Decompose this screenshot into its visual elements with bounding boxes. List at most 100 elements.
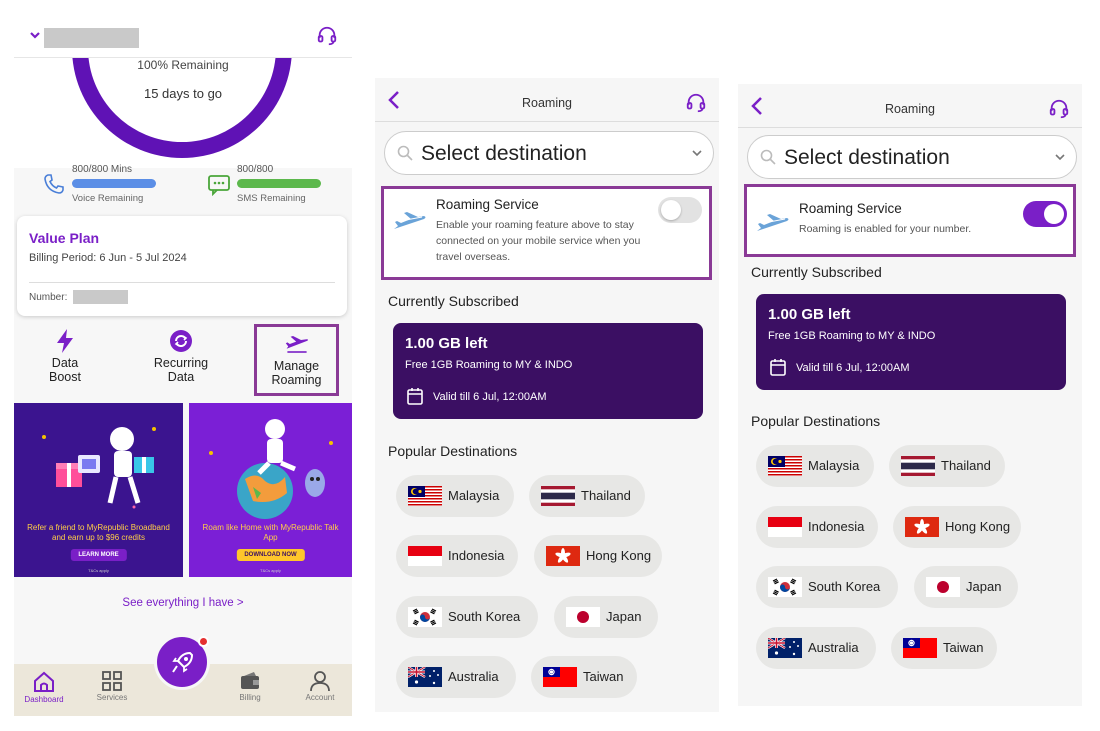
home-icon xyxy=(34,671,54,692)
see-everything-link[interactable]: See everything I have > xyxy=(14,597,352,609)
usage-ring-arc xyxy=(72,58,292,158)
search-icon xyxy=(397,145,413,161)
roaming-service-box: Roaming Service Roaming is enabled for y… xyxy=(744,184,1076,257)
roaming-service-box: Roaming Service Enable your roaming feat… xyxy=(381,186,712,280)
validity-text: Valid till 6 Jul, 12:00AM xyxy=(796,362,910,374)
recurring-icon xyxy=(170,330,192,352)
destination-select[interactable]: Select destination xyxy=(384,131,714,175)
plan-title: Value Plan xyxy=(29,230,100,246)
rocket-icon xyxy=(172,651,194,673)
account-name-redacted xyxy=(44,28,139,48)
calendar-icon xyxy=(407,388,423,405)
destination-chip[interactable]: Japan xyxy=(914,566,1018,608)
data-usage-ring: 100% Remaining 15 days to go xyxy=(14,58,352,168)
destination-chip-label: Indonesia xyxy=(808,519,865,534)
destination-chip[interactable]: South Korea xyxy=(396,596,538,638)
phone-number-redacted xyxy=(73,290,128,304)
south-korea-flag-icon xyxy=(768,577,802,597)
dashboard-screen: 100% Remaining 15 days to go 800/800 Min… xyxy=(14,14,352,716)
nav-billing-label: Billing xyxy=(239,693,261,702)
destination-chip[interactable]: Taiwan xyxy=(891,627,997,669)
roam-like-home-text: Roam like Home with MyRepublic Talk App xyxy=(202,523,339,542)
destination-chip-label: Hong Kong xyxy=(945,519,1011,534)
roaming-header: Roaming xyxy=(738,84,1082,128)
billing-period: Billing Period: 6 Jun - 5 Jul 2024 xyxy=(29,252,187,264)
refer-friend-text: Refer a friend to MyRepublic Broadband a… xyxy=(27,523,170,542)
wallet-icon xyxy=(241,672,259,689)
destination-chip[interactable]: Australia xyxy=(756,627,876,669)
voice-usage-label: Voice Remaining xyxy=(72,193,144,204)
australia-flag-icon xyxy=(407,666,442,687)
destination-chip[interactable]: Hong Kong xyxy=(893,506,1021,548)
roaming-title: Roaming xyxy=(884,102,936,116)
headset-support-icon[interactable] xyxy=(1048,98,1070,120)
data-boost-button[interactable]: Data Boost xyxy=(22,324,108,396)
ring-remaining-text: 100% Remaining xyxy=(137,58,229,72)
destination-chip[interactable]: Hong Kong xyxy=(534,535,662,577)
refer-tcs-text: T&Cs apply xyxy=(88,568,109,573)
person-icon xyxy=(310,671,330,692)
destination-select[interactable]: Select destination xyxy=(747,135,1077,179)
destination-chip[interactable]: Thailand xyxy=(889,445,1005,487)
plan-card[interactable]: Value Plan Billing Period: 6 Jun - 5 Jul… xyxy=(17,216,347,316)
subscription-description: Free 1GB Roaming to MY & INDO xyxy=(405,359,573,371)
destination-chip[interactable]: Thailand xyxy=(529,475,645,517)
recurring-data-button[interactable]: Recurring Data xyxy=(138,324,224,396)
headset-support-icon[interactable] xyxy=(685,92,707,114)
destination-chip-label: Australia xyxy=(808,640,859,655)
destination-chip-label: Malaysia xyxy=(448,488,500,503)
subscription-card[interactable]: 1.00 GB left Free 1GB Roaming to MY & IN… xyxy=(393,323,703,419)
manage-roaming-label: Manage Roaming xyxy=(271,359,322,387)
refer-friend-banner[interactable]: Refer a friend to MyRepublic Broadband a… xyxy=(14,403,183,577)
destination-chip-label: Thailand xyxy=(581,488,631,503)
nav-billing[interactable]: Billing xyxy=(220,670,280,702)
destination-chip[interactable]: Japan xyxy=(554,596,658,638)
nav-services[interactable]: Services xyxy=(82,670,142,702)
manage-roaming-button[interactable]: Manage Roaming xyxy=(254,324,339,396)
toggle-knob xyxy=(1044,204,1064,224)
currently-subscribed-heading: Currently Subscribed xyxy=(388,293,519,309)
grid-icon xyxy=(102,671,122,691)
download-now-button[interactable]: DOWNLOAD NOW xyxy=(236,549,305,561)
indonesia-flag-icon xyxy=(408,546,442,566)
destination-chip[interactable]: Malaysia xyxy=(396,475,514,517)
roaming-toggle[interactable] xyxy=(1023,201,1067,227)
phone-icon xyxy=(44,174,64,194)
learn-more-button[interactable]: LEARN MORE xyxy=(70,549,127,561)
destination-chip[interactable]: Indonesia xyxy=(396,535,518,577)
ring-days-text: 15 days to go xyxy=(143,86,223,101)
destination-chip[interactable]: Malaysia xyxy=(756,445,874,487)
airplane-icon xyxy=(285,336,308,353)
destination-chip-label: South Korea xyxy=(448,609,521,624)
destination-chip[interactable]: South Korea xyxy=(756,566,898,608)
sms-icon xyxy=(208,175,230,196)
data-left-text: 1.00 GB left xyxy=(405,335,488,352)
chevron-down-icon[interactable] xyxy=(28,28,42,42)
destination-chip[interactable]: Indonesia xyxy=(756,506,878,548)
subscription-card[interactable]: 1.00 GB left Free 1GB Roaming to MY & IN… xyxy=(756,294,1066,390)
nav-dashboard[interactable]: Dashboard xyxy=(14,670,74,704)
destination-placeholder: Select destination xyxy=(784,146,950,169)
destination-chip-label: Indonesia xyxy=(448,548,505,563)
roaming-service-title: Roaming Service xyxy=(436,197,539,212)
destination-chip[interactable]: Taiwan xyxy=(531,656,637,698)
indonesia-flag-icon xyxy=(768,517,802,537)
nav-account[interactable]: Account xyxy=(290,670,350,702)
popular-destinations-heading: Popular Destinations xyxy=(751,413,881,429)
airplane-icon xyxy=(757,214,789,231)
destination-chip-label: South Korea xyxy=(808,579,881,594)
roaming-screen-disabled: Roaming Select destination Roaming Servi… xyxy=(375,78,719,712)
airplane-icon xyxy=(394,212,426,229)
chevron-down-icon xyxy=(1055,154,1065,161)
destination-chip[interactable]: Australia xyxy=(396,656,516,698)
nav-dashboard-label: Dashboard xyxy=(24,695,64,704)
roaming-title: Roaming xyxy=(521,96,573,110)
headset-support-icon[interactable] xyxy=(316,25,338,47)
destination-chip-label: Australia xyxy=(448,669,499,684)
roam-like-home-banner[interactable]: Roam like Home with MyRepublic Talk App … xyxy=(189,403,352,577)
thailand-flag-icon xyxy=(541,486,575,506)
malaysia-flag-icon xyxy=(408,486,442,506)
sms-usage-count: 800/800 xyxy=(237,164,274,175)
roaming-toggle[interactable] xyxy=(658,197,702,223)
subscription-description: Free 1GB Roaming to MY & INDO xyxy=(768,330,936,342)
